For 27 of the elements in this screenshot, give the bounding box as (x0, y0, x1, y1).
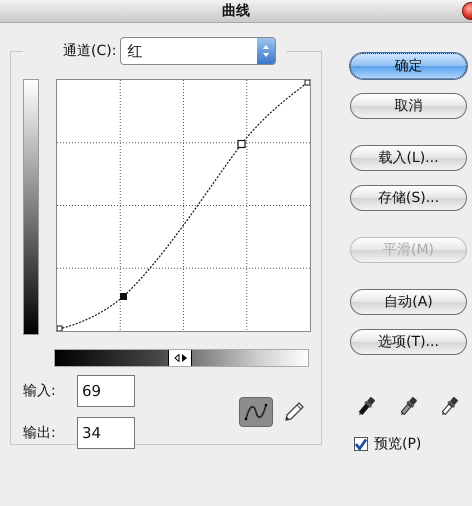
stepper-arrows-icon (262, 44, 270, 58)
channel-label: 通道(C): (63, 42, 116, 60)
input-field[interactable]: 69 (77, 375, 135, 407)
control-point[interactable] (237, 140, 246, 148)
channel-dropdown[interactable]: 红 (120, 37, 276, 65)
control-point[interactable] (304, 80, 310, 86)
pencil-icon (283, 401, 305, 423)
curve-tool-button[interactable] (239, 397, 273, 427)
preview-checkbox[interactable] (354, 437, 368, 451)
gradient-toggle-button[interactable] (168, 350, 192, 366)
window-title: 曲线 (222, 2, 250, 20)
input-label: 输入: (23, 382, 57, 400)
channel-value: 红 (127, 42, 142, 60)
output-label: 输出: (23, 424, 57, 442)
dialog-button[interactable]: 载入(L)... (350, 145, 467, 171)
dialog-button[interactable]: 选项(T)... (350, 329, 467, 355)
checkmark-icon (355, 438, 367, 450)
dialog-button[interactable]: 存储(S)... (350, 185, 467, 211)
dialog-button[interactable]: 确定 (350, 53, 467, 79)
dialog-button[interactable]: 取消 (350, 93, 467, 119)
right-triangle-icon (180, 354, 186, 362)
output-field[interactable]: 34 (77, 417, 135, 449)
preview-label: 预览(P) (374, 435, 422, 453)
dialog-button[interactable]: 自动(A) (350, 289, 467, 315)
left-triangle-icon (174, 354, 180, 362)
control-point[interactable] (56, 326, 62, 332)
curve-icon (244, 402, 268, 422)
